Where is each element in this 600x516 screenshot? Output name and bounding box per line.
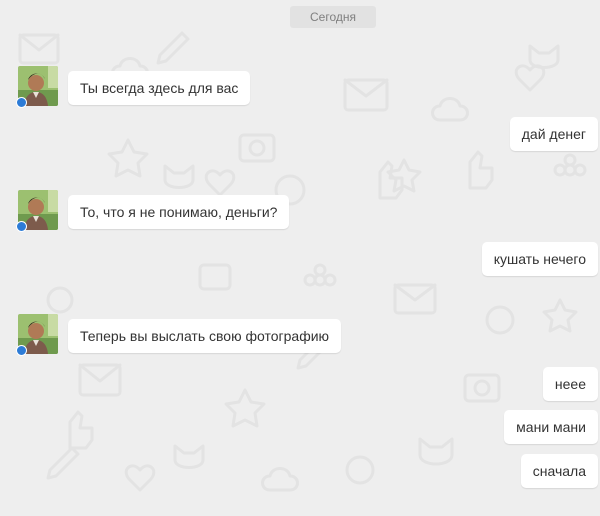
message-incoming: Ты всегда здесь для вас	[68, 71, 251, 105]
avatar[interactable]	[16, 66, 58, 108]
avatar[interactable]	[16, 190, 58, 232]
message-incoming: То, что я не понимаю, деньги?	[68, 195, 290, 229]
message-outgoing: неее	[542, 367, 598, 401]
chat-window: Сегодня Ты всегда здесь для вас дай дене…	[0, 0, 600, 516]
message-outgoing: дай денег	[509, 117, 598, 151]
online-indicator-icon	[16, 97, 27, 108]
online-indicator-icon	[16, 221, 27, 232]
online-indicator-icon	[16, 345, 27, 356]
message-outgoing: сначала	[520, 454, 598, 488]
message-incoming: Теперь вы выслать свою фотографию	[68, 319, 342, 353]
message-outgoing: мани мани	[504, 410, 598, 444]
date-separator: Сегодня	[290, 6, 376, 28]
message-outgoing: кушать нечего	[481, 242, 598, 276]
avatar[interactable]	[16, 314, 58, 356]
